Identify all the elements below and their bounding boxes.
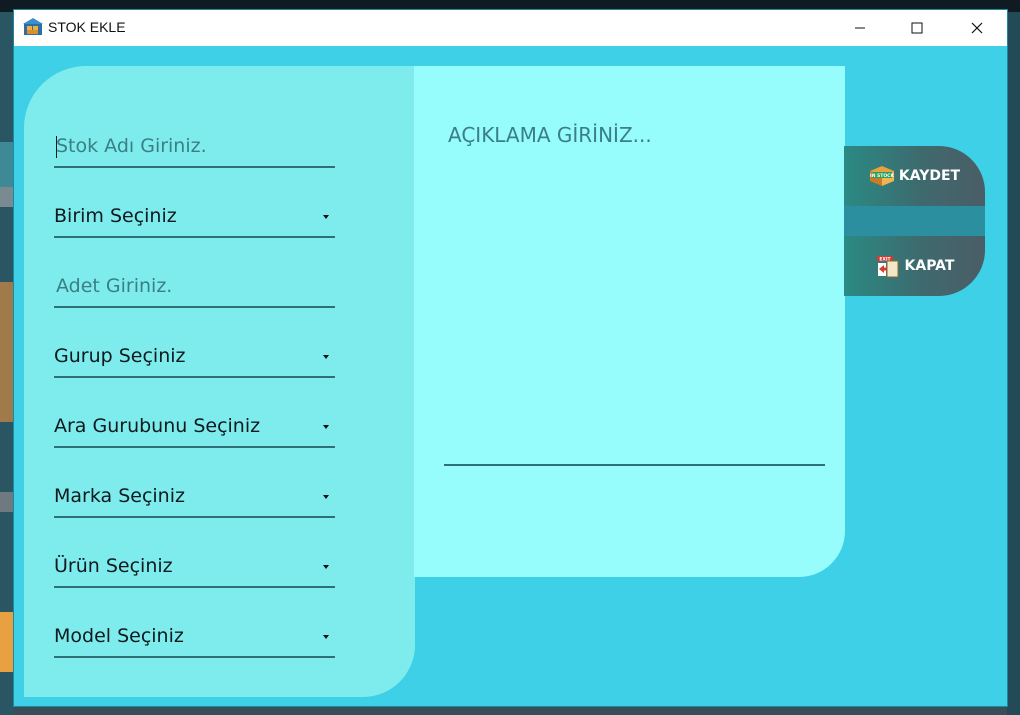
unit-select-value: Birim Seçiniz	[54, 205, 177, 227]
save-button[interactable]: IN STOCK KAYDET	[844, 146, 985, 206]
dropdown-arrow-icon	[323, 635, 329, 639]
action-buttons: IN STOCK KAYDET EXIT KAPAT	[844, 146, 985, 297]
minimize-icon	[855, 27, 865, 29]
stock-name-input[interactable]: Stok Adı Giriniz.	[54, 126, 335, 168]
exit-door-icon: EXIT	[876, 256, 899, 278]
brand-select-value: Marka Seçiniz	[54, 485, 185, 507]
dropdown-arrow-icon	[323, 565, 329, 569]
close-icon	[971, 22, 983, 34]
maximize-icon	[911, 22, 923, 34]
close-window-button[interactable]	[954, 10, 1000, 46]
dropdown-arrow-icon	[323, 495, 329, 499]
description-underline	[444, 464, 825, 466]
button-separator	[844, 206, 985, 236]
dropdown-arrow-icon	[323, 215, 329, 219]
save-button-label: KAYDET	[898, 168, 961, 184]
maximize-button[interactable]	[894, 10, 940, 46]
title-bar[interactable]: STOK EKLE	[14, 10, 1007, 46]
stock-name-placeholder: Stok Adı Giriniz.	[56, 135, 207, 157]
quantity-input[interactable]: Adet Giriniz.	[54, 266, 335, 308]
group-select[interactable]: Gurup Seçiniz	[54, 336, 335, 378]
brand-select[interactable]: Marka Seçiniz	[54, 476, 335, 518]
instock-box-icon: IN STOCK	[869, 166, 894, 186]
dropdown-arrow-icon	[323, 425, 329, 429]
svg-text:IN STOCK: IN STOCK	[870, 173, 894, 179]
stock-add-window: STOK EKLE Stok Adı Giriniz. Birim Seçini…	[14, 10, 1007, 706]
desktop-background-bottom	[14, 706, 1007, 715]
model-select-value: Model Seçiniz	[54, 625, 184, 647]
model-select[interactable]: Model Seçiniz	[54, 616, 335, 658]
form-panel: Stok Adı Giriniz. Birim Seçiniz Adet Gir…	[24, 66, 415, 697]
group-select-value: Gurup Seçiniz	[54, 345, 186, 367]
desktop-background-right	[1007, 12, 1020, 715]
desktop-background-left	[0, 12, 14, 715]
description-panel: AÇIKLAMA GİRİNİZ...	[414, 66, 845, 577]
window-title: STOK EKLE	[48, 19, 126, 35]
quantity-placeholder: Adet Giriniz.	[56, 275, 173, 297]
minimize-button[interactable]	[837, 10, 883, 46]
description-textarea[interactable]: AÇIKLAMA GİRİNİZ...	[448, 123, 652, 147]
close-button-label: KAPAT	[904, 258, 955, 274]
subgroup-select-value: Ara Gurubunu Seçiniz	[54, 415, 261, 437]
dropdown-arrow-icon	[323, 355, 329, 359]
product-select[interactable]: Ürün Seçiniz	[54, 546, 335, 588]
warehouse-app-icon	[23, 18, 43, 35]
product-select-value: Ürün Seçiniz	[54, 555, 173, 577]
close-button[interactable]: EXIT KAPAT	[844, 236, 985, 296]
unit-select[interactable]: Birim Seçiniz	[54, 196, 335, 238]
subgroup-select[interactable]: Ara Gurubunu Seçiniz	[54, 406, 335, 448]
